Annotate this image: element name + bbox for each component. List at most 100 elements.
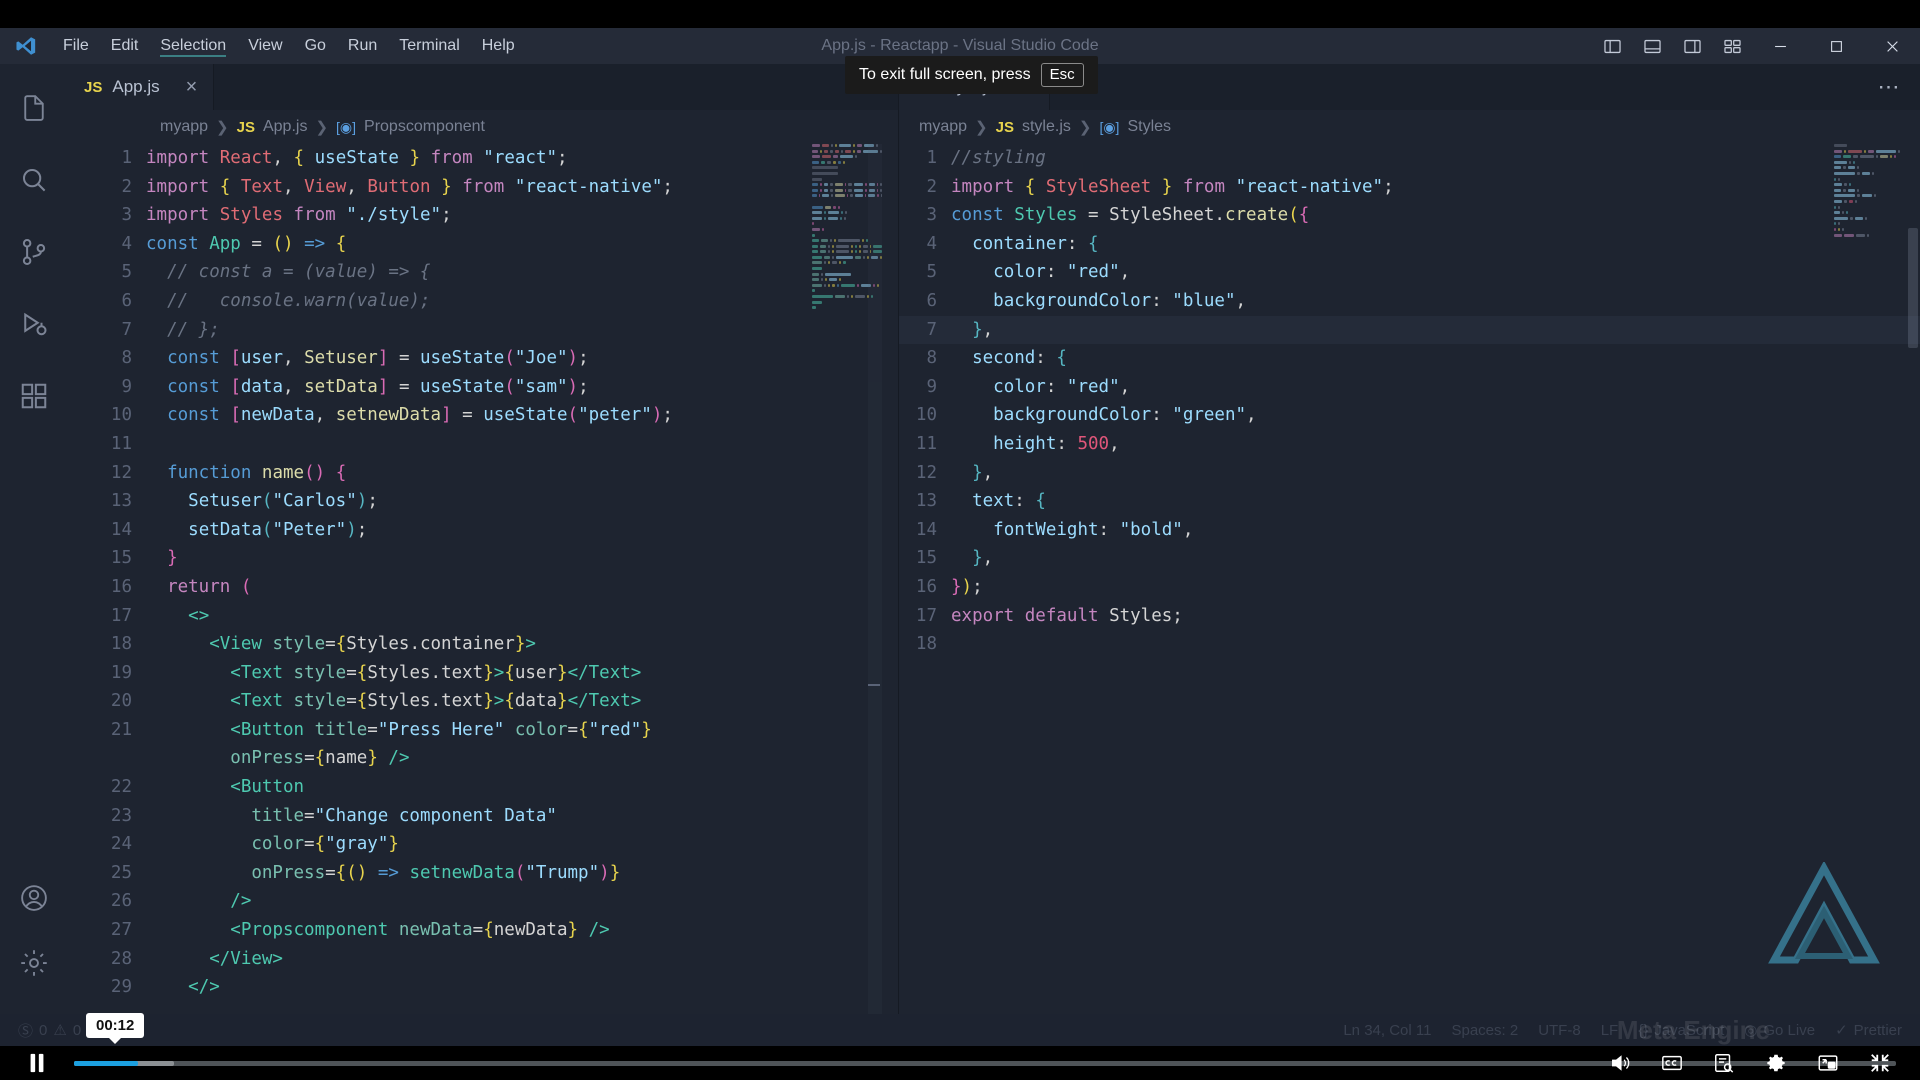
breadcrumb-file[interactable]: style.js — [1022, 118, 1071, 136]
code-line[interactable]: 13 Setuser("Carlos"); — [68, 487, 898, 516]
minimap-left[interactable] — [808, 144, 883, 1014]
menu-run[interactable]: Run — [337, 28, 388, 64]
code-line[interactable]: 15 } — [68, 544, 898, 573]
code-line[interactable]: 3 import Styles from "./style"; — [68, 201, 898, 230]
exit-fullscreen-icon[interactable] — [1854, 1046, 1906, 1080]
toggle-primary-sidebar-icon[interactable] — [1592, 28, 1632, 64]
tab-app-js[interactable]: JS App.js × — [68, 64, 215, 110]
closed-captions-icon[interactable] — [1646, 1046, 1698, 1080]
menu-file[interactable]: File — [52, 28, 100, 64]
tab-close-icon[interactable]: × — [186, 77, 198, 97]
code-line[interactable]: 27 <Propscomponent newData={newData} /> — [68, 916, 898, 945]
code-content-right[interactable]: 1 //styling 2 import { StyleSheet } from "r… — [899, 144, 1920, 659]
code-line[interactable]: 15 }, — [899, 544, 1920, 573]
menu-go[interactable]: Go — [294, 28, 337, 64]
code-editor-right[interactable]: 1 //styling 2 import { StyleSheet } from "r… — [899, 144, 1920, 1014]
minimap-slider[interactable] — [868, 144, 882, 1014]
code-line[interactable]: 6 // console.warn(value); — [68, 287, 898, 316]
code-line[interactable]: 10 backgroundColor: "green", — [899, 401, 1920, 430]
code-line[interactable]: 11 height: 500, — [899, 430, 1920, 459]
code-line[interactable]: 8 second: { — [899, 344, 1920, 373]
settings-gear-icon[interactable] — [1750, 1046, 1802, 1080]
breadcrumb-file[interactable]: App.js — [263, 118, 307, 136]
menu-help[interactable]: Help — [471, 28, 526, 64]
code-line[interactable]: 7 // }; — [68, 316, 898, 345]
code-line[interactable]: 11 — [68, 430, 898, 459]
menu-edit[interactable]: Edit — [100, 28, 150, 64]
menu-terminal[interactable]: Terminal — [388, 28, 470, 64]
code-content-left[interactable]: 1 import React, { useState } from "react"… — [68, 144, 898, 1002]
code-line[interactable]: 2 import { Text, View, Button } from "rea… — [68, 173, 898, 202]
code-line[interactable]: 13 text: { — [899, 487, 1920, 516]
menu-bar[interactable]: File Edit Selection View Go Run Terminal… — [52, 28, 526, 64]
sidebar-item-accounts[interactable] — [0, 870, 68, 942]
breadcrumb-symbol[interactable]: Propscomponent — [364, 118, 485, 136]
code-line[interactable]: 22 <Button — [68, 773, 898, 802]
maximize-button[interactable] — [1808, 28, 1864, 64]
code-line[interactable]: 16 return ( — [68, 573, 898, 602]
toggle-panel-icon[interactable] — [1632, 28, 1672, 64]
status-indentation[interactable]: Spaces: 2 — [1441, 1022, 1528, 1039]
customize-layout-icon[interactable] — [1712, 28, 1752, 64]
breadcrumb-folder[interactable]: myapp — [160, 118, 208, 136]
code-line[interactable]: 9 const [data, setData] = useState("sam"… — [68, 373, 898, 402]
menu-view[interactable]: View — [237, 28, 293, 64]
sidebar-item-settings[interactable] — [0, 942, 68, 1014]
code-line[interactable]: 17 <> — [68, 602, 898, 631]
code-line[interactable]: 1 import React, { useState } from "react"… — [68, 144, 898, 173]
code-line[interactable]: 6 backgroundColor: "blue", — [899, 287, 1920, 316]
breadcrumb-symbol[interactable]: Styles — [1127, 118, 1171, 136]
minimize-button[interactable] — [1752, 28, 1808, 64]
code-line[interactable]: 2 import { StyleSheet } from "react-nativ… — [899, 173, 1920, 202]
code-line[interactable]: 21 <Button title="Press Here" color={"re… — [68, 716, 898, 745]
code-line-text: }, — [972, 548, 994, 569]
sidebar-item-run-and-debug[interactable] — [0, 290, 68, 362]
code-line[interactable]: 20 <Text style={Styles.text}>{data}</Tex… — [68, 687, 898, 716]
code-line[interactable]: 16}); — [899, 573, 1920, 602]
code-line[interactable]: 19 <Text style={Styles.text}>{user}</Tex… — [68, 659, 898, 688]
code-line[interactable]: 29 </> — [68, 973, 898, 1002]
status-cursor-position[interactable]: Ln 34, Col 11 — [1333, 1022, 1441, 1039]
code-editor-left[interactable]: 1 import React, { useState } from "react"… — [68, 144, 898, 1014]
scrollbar-thumb-right[interactable] — [1908, 228, 1918, 348]
status-prettier[interactable]: ✓ Prettier — [1825, 1021, 1912, 1040]
code-line[interactable]: 23 title="Change component Data" — [68, 802, 898, 831]
code-line[interactable]: 18 <View style={Styles.container}> — [68, 630, 898, 659]
code-line[interactable]: 5 color: "red", — [899, 258, 1920, 287]
code-line[interactable]: 24 color={"gray"} — [68, 830, 898, 859]
code-line[interactable]: 17 export default Styles; — [899, 602, 1920, 631]
code-line[interactable]: onPress={name} /> — [68, 744, 898, 773]
code-line[interactable]: 12 function name() { — [68, 459, 898, 488]
sidebar-item-explorer[interactable] — [0, 74, 68, 146]
volume-icon[interactable] — [1594, 1046, 1646, 1080]
more-actions-icon[interactable]: ⋯ — [1872, 70, 1906, 104]
pause-button[interactable] — [0, 1046, 74, 1080]
close-button[interactable] — [1864, 28, 1920, 64]
code-line[interactable]: 12 }, — [899, 459, 1920, 488]
code-line[interactable]: 28 </View> — [68, 945, 898, 974]
sidebar-item-search[interactable] — [0, 146, 68, 218]
status-encoding[interactable]: UTF-8 — [1528, 1022, 1591, 1039]
code-line[interactable]: 7 }, — [899, 315, 1920, 345]
code-line[interactable]: 1 //styling — [899, 144, 1920, 173]
code-line[interactable]: 18 — [899, 630, 1920, 659]
breadcrumb-folder[interactable]: myapp — [919, 118, 967, 136]
code-line[interactable]: 4 const App = () => { — [68, 230, 898, 259]
code-line[interactable]: 8 const [user, Setuser] = useState("Joe"… — [68, 344, 898, 373]
sidebar-item-extensions[interactable] — [0, 362, 68, 434]
code-line[interactable]: 4 container: { — [899, 230, 1920, 259]
sidebar-item-source-control[interactable] — [0, 218, 68, 290]
menu-selection[interactable]: Selection — [149, 28, 237, 64]
code-line[interactable]: 25 onPress={() => setnewData("Trump")} — [68, 859, 898, 888]
code-line[interactable]: 14 fontWeight: "bold", — [899, 516, 1920, 545]
code-line[interactable]: 10 const [newData, setnewData] = useStat… — [68, 401, 898, 430]
status-problems[interactable]: Ⓢ 0 ⚠ 0 — [8, 1020, 91, 1041]
transcript-icon[interactable] — [1698, 1046, 1750, 1080]
code-line[interactable]: 5 // const a = (value) => { — [68, 258, 898, 287]
code-line[interactable]: 14 setData("Peter"); — [68, 516, 898, 545]
code-line[interactable]: 26 /> — [68, 887, 898, 916]
code-line[interactable]: 9 color: "red", — [899, 373, 1920, 402]
toggle-secondary-sidebar-icon[interactable] — [1672, 28, 1712, 64]
code-line[interactable]: 3 const Styles = StyleSheet.create({ — [899, 201, 1920, 230]
picture-in-picture-icon[interactable] — [1802, 1046, 1854, 1080]
